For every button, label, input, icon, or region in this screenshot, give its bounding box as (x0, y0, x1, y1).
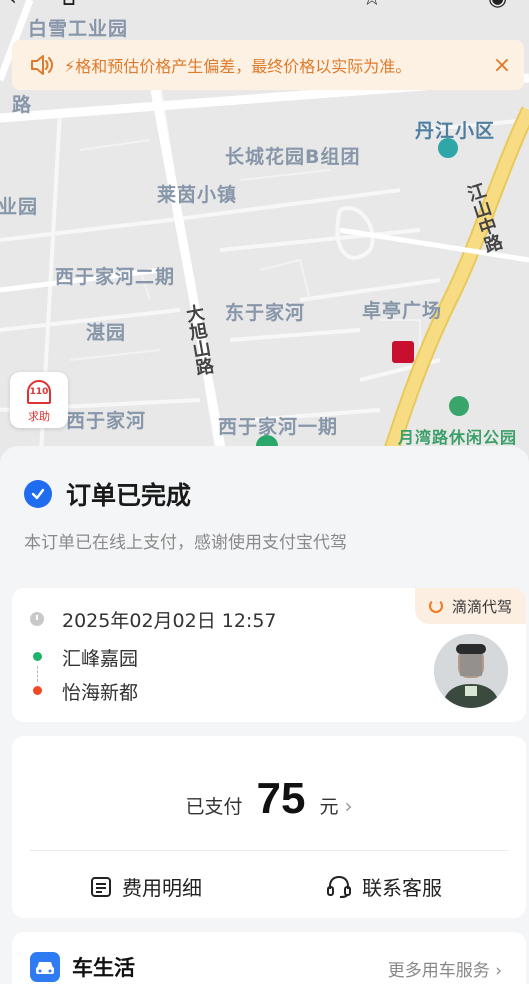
map-label-zhanyuan: 湛园 (86, 322, 127, 344)
home-icon[interactable]: ⌂ (62, 0, 76, 11)
headset-icon (327, 875, 351, 898)
map-label-baixue: 白雪工业园 (28, 18, 129, 40)
star-icon[interactable]: ☆ (362, 0, 382, 11)
more-car-services-link[interactable]: 更多用车服务 › (388, 956, 502, 981)
customer-service-button[interactable]: 联系客服 (326, 872, 442, 901)
didi-logo-icon (428, 599, 443, 613)
chevron-right-icon: › (344, 794, 353, 818)
back-arrow-icon[interactable]: ‹ (8, 0, 17, 11)
trip-card[interactable]: 滴滴代驾 2025年02月02日 12:57 汇峰嘉园 怡海新都 (12, 588, 526, 722)
end-location: 怡海新都 (62, 682, 139, 704)
top-icon-bar: ‹ ⌂ ☆ ••• ◉ (0, 0, 529, 16)
driver-avatar[interactable] (434, 634, 508, 708)
car-icon (30, 952, 60, 982)
brand-name: 滴滴代驾 (451, 597, 512, 616)
end-dot-icon (33, 686, 42, 695)
map-label-xiyu1: 西于家河一期 (218, 416, 339, 438)
map-view[interactable]: 白雪工业园 路 业园 丹江小区 长城花园B组团 莱茵小镇 江山中路 西于家河二期… (0, 0, 529, 470)
clock-icon (30, 612, 44, 626)
payment-card: 已支付 75 元 › 费用明细 联系客服 (12, 736, 526, 918)
order-status: 订单已完成 (24, 476, 191, 512)
start-location: 汇峰嘉园 (62, 648, 139, 670)
map-label-changcheng: 长城花园B组团 (225, 146, 361, 168)
fee-detail-label: 费用明细 (122, 876, 202, 900)
paid-amount: 75 (256, 774, 306, 823)
map-label-road-fragment: 路 (12, 94, 33, 116)
paid-prefix: 已支付 (185, 796, 243, 818)
car-life-title: 车生活 (72, 956, 135, 980)
paid-amount-row[interactable]: 已支付 75 元 › (12, 774, 526, 824)
order-status-title: 订单已完成 (66, 481, 192, 510)
close-icon[interactable]: × (480, 53, 524, 78)
sos-number: 110 (27, 380, 51, 404)
speaker-icon (31, 55, 53, 75)
brand-badge: 滴滴代驾 (414, 588, 526, 624)
order-status-subtitle: 本订单已在线上支付，感谢使用支付宝代驾 (24, 533, 347, 553)
map-label-yuewan-park: 月湾路休闲公园 (398, 428, 518, 447)
customer-service-label: 联系客服 (362, 876, 442, 900)
order-sheet: 订单已完成 本订单已在线上支付，感谢使用支付宝代驾 滴滴代驾 2025年02月0… (0, 446, 529, 984)
map-label-danjiang: 丹江小区 (415, 120, 496, 142)
sos-label: 求助 (28, 410, 50, 423)
map-label-yeyuan: 业园 (0, 196, 39, 218)
notice-text: ⚡格和预估价格产生偏差，最终价格以实际为准。 (64, 57, 412, 76)
fee-detail-button[interactable]: 费用明细 (90, 872, 202, 901)
price-notice-banner: ⚡格和预估价格产生偏差，最终价格以实际为准。 × (12, 40, 524, 90)
target-icon[interactable]: ◉ (488, 0, 507, 11)
order-time: 2025年02月02日 12:57 (62, 610, 277, 632)
divider (30, 850, 508, 851)
start-dot-icon (33, 652, 42, 661)
map-label-zhuoting: 卓亭广场 (362, 300, 443, 322)
map-label-laiyin: 莱茵小镇 (157, 184, 238, 206)
map-label-dongyu: 东于家河 (225, 302, 306, 324)
paid-unit: 元 (319, 796, 339, 818)
route-connector (37, 666, 38, 682)
map-label-xiyu: 西于家河 (66, 410, 147, 432)
car-life-card[interactable]: 车生活 更多用车服务 › (12, 932, 526, 984)
map-label-xiyu2: 西于家河二期 (55, 266, 176, 288)
sos-help-button[interactable]: 110 求助 (10, 372, 68, 428)
receipt-icon (91, 876, 111, 897)
check-icon (24, 480, 52, 508)
more-icon[interactable]: ••• (425, 0, 464, 11)
